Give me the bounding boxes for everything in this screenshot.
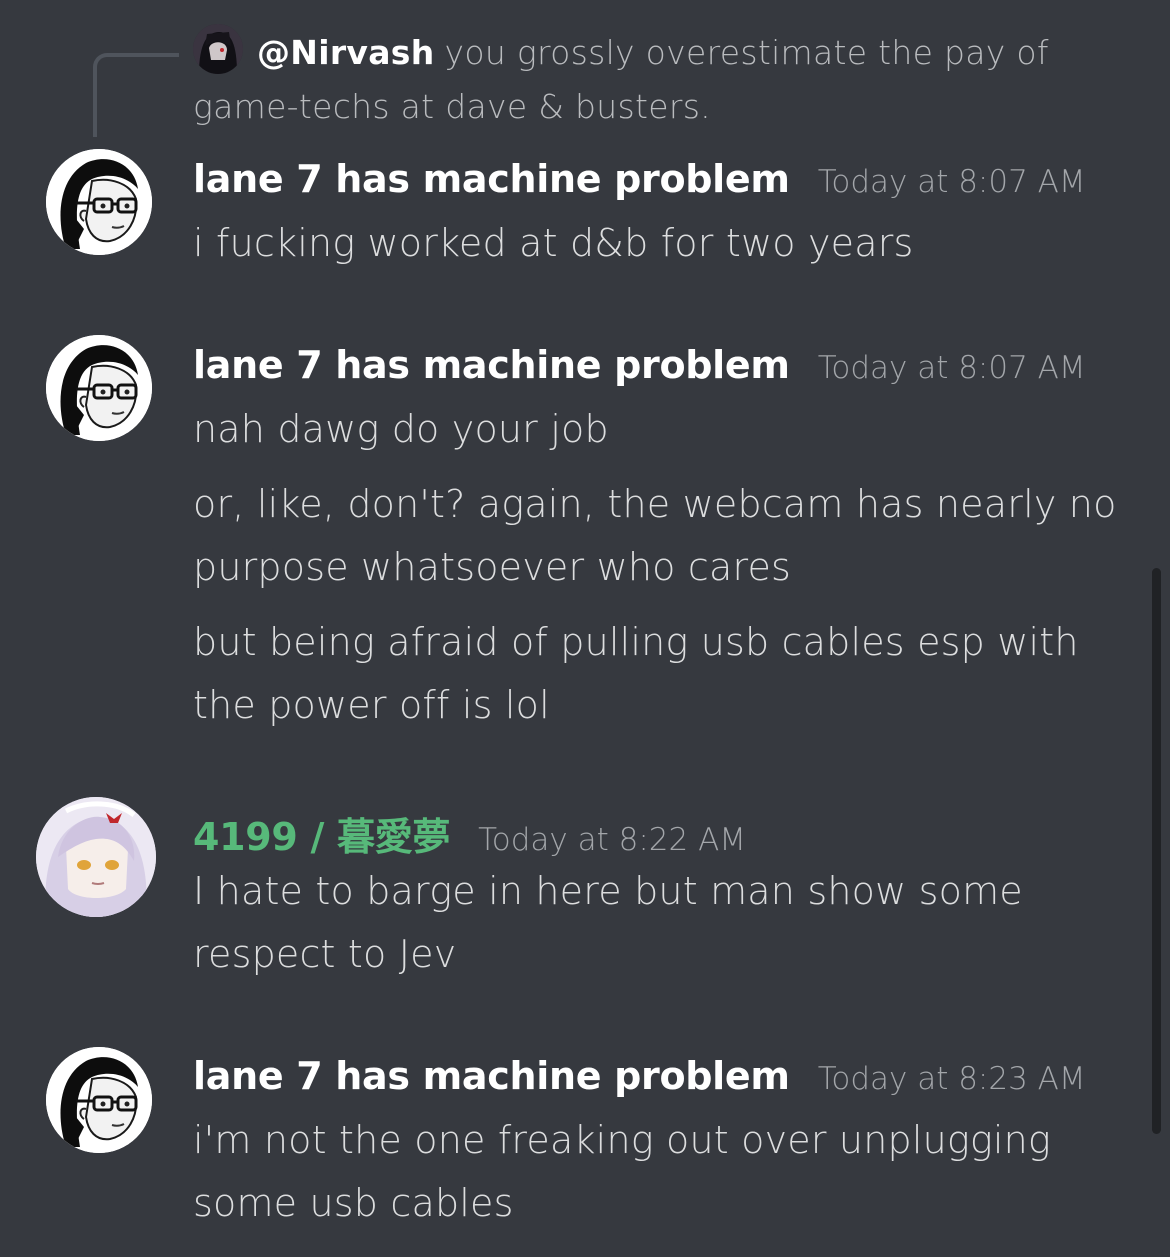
user-avatar[interactable] bbox=[46, 335, 152, 441]
message-text: nah dawg do your job bbox=[193, 407, 609, 451]
reply-author-avatar[interactable] bbox=[193, 23, 243, 74]
reply-mention[interactable]: @Nirvash bbox=[257, 33, 435, 72]
timestamp: Today at 8:07 AM bbox=[817, 350, 1086, 386]
reply-preview[interactable]: @Nirvash you grossly overestimate the pay… bbox=[193, 23, 1113, 134]
username[interactable]: lane 7 has machine problem bbox=[193, 343, 790, 387]
message-text: i'm not the one freaking out over unplug… bbox=[193, 1118, 1051, 1162]
message-text: the power off is lol bbox=[193, 683, 550, 727]
scrollbar[interactable] bbox=[1152, 568, 1161, 1134]
user-avatar[interactable] bbox=[36, 797, 156, 917]
message-text: or, like, don't? again, the webcam has n… bbox=[193, 482, 1117, 526]
reply-connector bbox=[93, 53, 179, 137]
username[interactable]: lane 7 has machine problem bbox=[193, 157, 790, 201]
chat-messages: @Nirvash you grossly overestimate the pay… bbox=[0, 0, 1170, 1257]
message-text: some usb cables bbox=[193, 1181, 514, 1225]
message-text: I hate to barge in here but man show som… bbox=[193, 869, 1023, 913]
username[interactable]: lane 7 has machine problem bbox=[193, 1054, 790, 1098]
message-text: respect to Jev bbox=[193, 932, 457, 976]
user-avatar[interactable] bbox=[46, 1047, 152, 1153]
message-text: i fucking worked at d&b for two years bbox=[193, 221, 914, 265]
username[interactable]: 4199 / 暮愛夢 bbox=[193, 815, 450, 859]
timestamp: Today at 8:23 AM bbox=[817, 1061, 1086, 1097]
message-text: but being afraid of pulling usb cables e… bbox=[193, 620, 1079, 664]
timestamp: Today at 8:22 AM bbox=[478, 822, 747, 858]
user-avatar[interactable] bbox=[46, 149, 152, 255]
timestamp: Today at 8:07 AM bbox=[817, 164, 1086, 200]
message-text: purpose whatsoever who cares bbox=[193, 545, 792, 589]
